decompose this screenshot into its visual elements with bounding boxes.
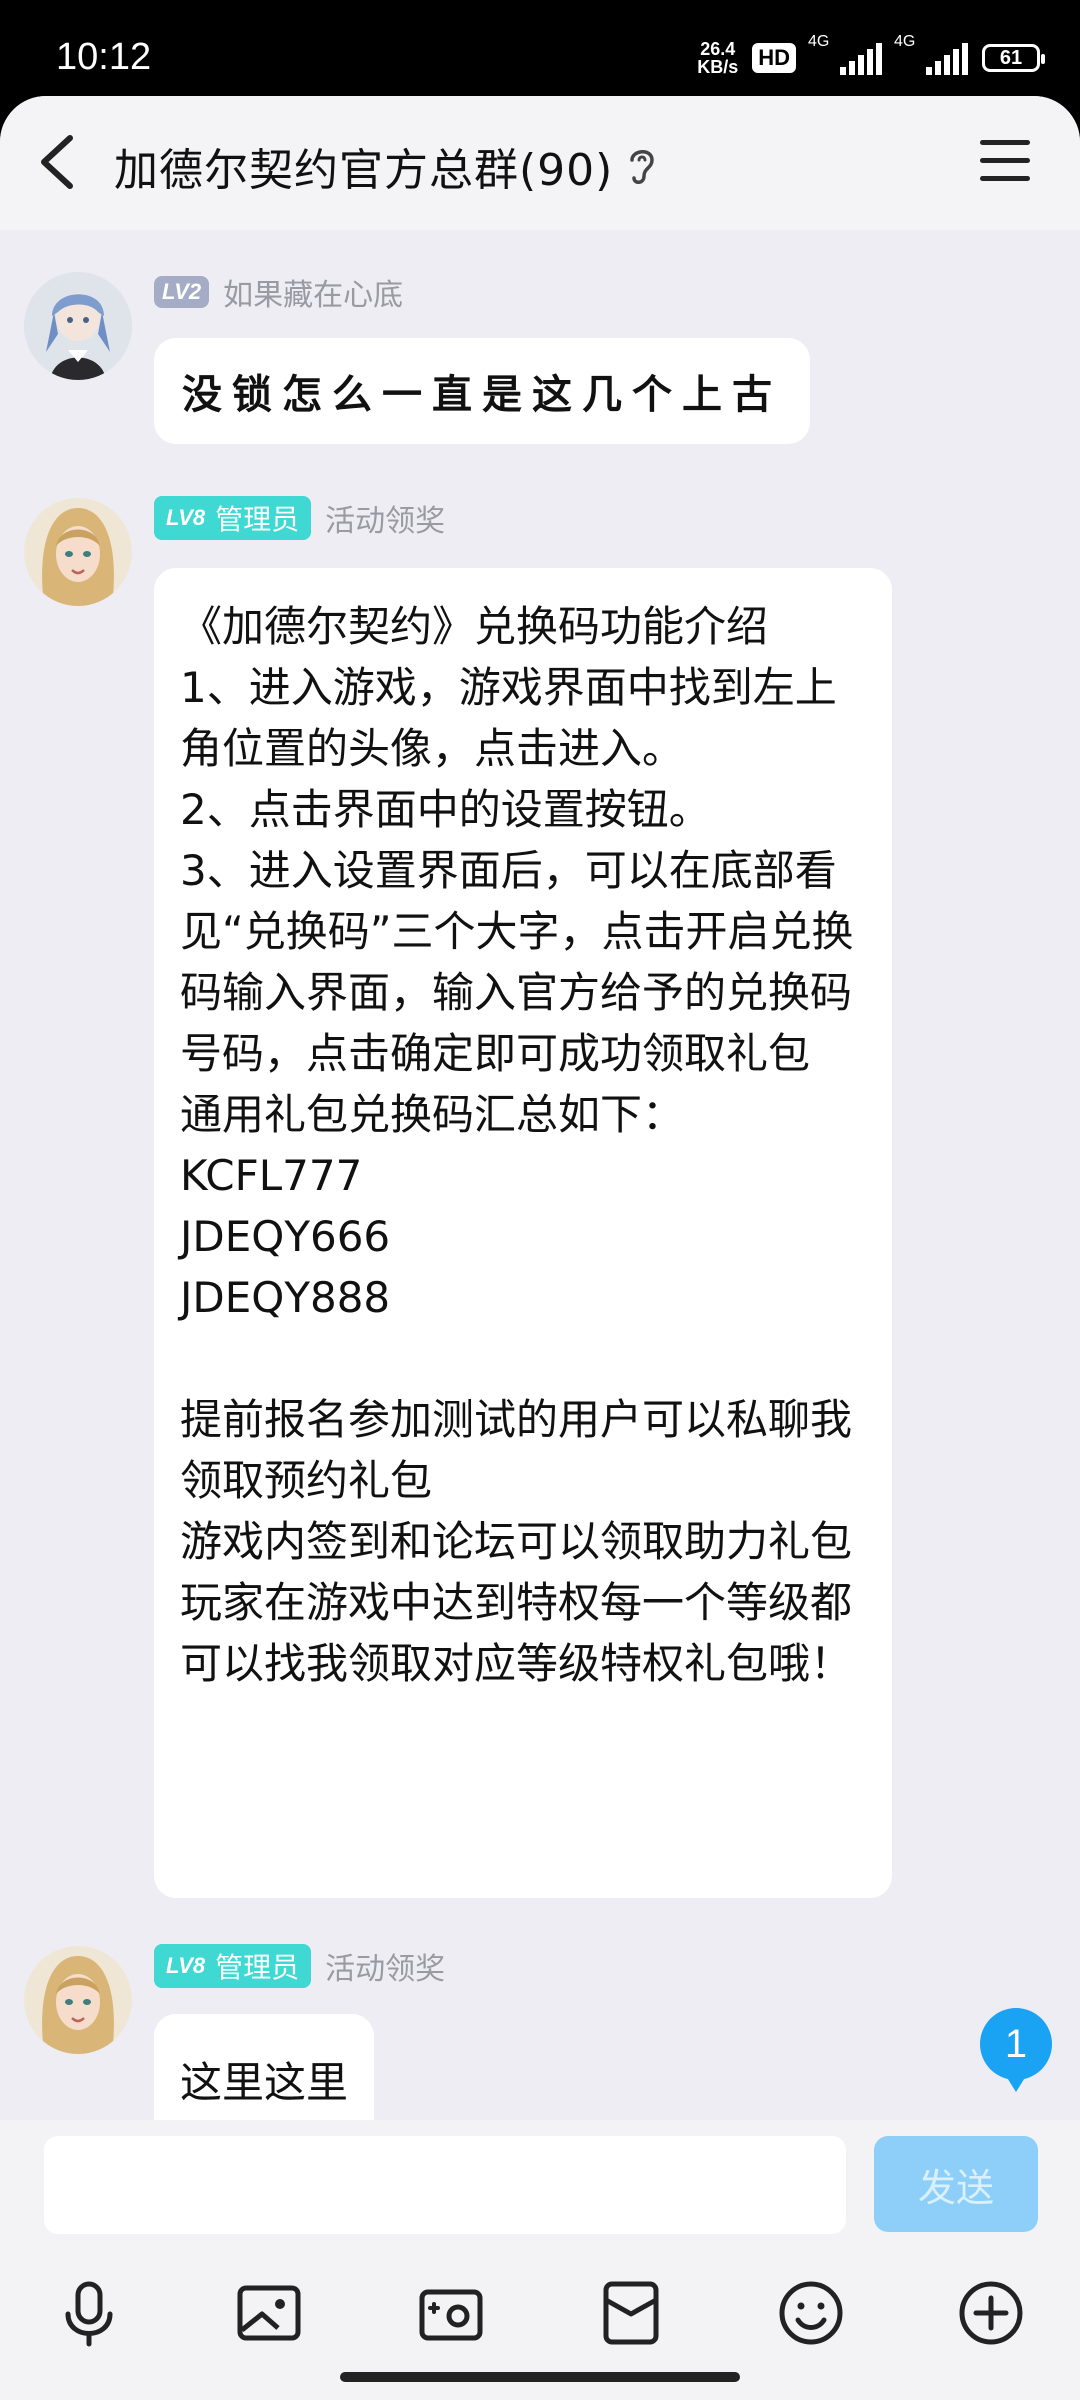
camera-icon[interactable] [416,2278,486,2348]
plus-icon[interactable] [956,2278,1026,2348]
sender-name[interactable]: 活动领奖 [325,1944,445,1988]
sender-name[interactable]: 如果藏在心底 [223,270,403,314]
level-badge: LV8 [166,505,206,530]
microphone-icon[interactable] [54,2278,124,2348]
back-arrow-icon[interactable] [30,130,90,194]
send-button[interactable]: 发送 [874,2136,1038,2232]
unread-count-badge[interactable]: 1 [980,2008,1052,2092]
network-speed-unit: KB/s [697,57,739,77]
emoji-icon[interactable] [776,2278,846,2348]
battery-icon: 61 [982,44,1045,72]
ear-icon[interactable] [624,144,660,188]
image-icon[interactable] [234,2278,304,2348]
sender-row: LV8 管理员 活动领奖 [154,496,445,540]
message-bubble[interactable]: 《加德尔契约》兑换码功能介绍 1、进入游戏，游戏界面中找到左上角位置的头像，点击… [154,568,892,1898]
network-speed-value: 26.4 [700,39,736,59]
composer-bar: 发送 [0,2120,1080,2250]
status-icons: 26.4 KB/s HD 4G 4G 61 [697,33,1045,76]
signal-icon: 4G [808,33,882,75]
message-bubble[interactable]: 没锁怎么一直是这几个上古 [154,338,810,444]
signal-icon-2: 4G [894,33,968,75]
home-indicator[interactable] [340,2372,740,2382]
sender-row: LV2 如果藏在心底 [154,270,403,314]
level-badge: LV8 [166,1953,206,1978]
chat-header: 加德尔契约官方总群(90) [0,96,1080,230]
hd-icon: HD [752,43,796,73]
sender-row: LV8 管理员 活动领奖 [154,1944,445,1988]
admin-badge: LV8 管理员 [154,496,312,540]
menu-icon[interactable] [980,140,1030,184]
message-list[interactable]: LV2 如果藏在心底 没锁怎么一直是这几个上古 LV8 管理员 活动领奖 《加德… [0,230,1080,2144]
group-title[interactable]: 加德尔契约官方总群(90) [114,134,613,198]
role-label: 管理员 [215,1951,300,1984]
avatar[interactable] [24,1946,132,2054]
signal-label: 4G [808,33,830,50]
avatar[interactable] [24,498,132,606]
level-badge: LV2 [154,276,210,308]
message-input[interactable] [44,2136,846,2234]
avatar[interactable] [24,272,132,380]
signal-label-2: 4G [894,33,916,50]
role-label: 管理员 [215,503,300,536]
status-time: 10:12 [56,36,152,78]
chat-screen: 加德尔契约官方总群(90) LV2 如果藏在心底 没锁怎么一直是这几个上古 LV… [0,96,1080,2400]
admin-badge: LV8 管理员 [154,1944,312,1988]
sender-name[interactable]: 活动领奖 [325,496,445,540]
network-speed: 26.4 KB/s [697,40,738,76]
red-packet-icon[interactable] [596,2278,666,2348]
